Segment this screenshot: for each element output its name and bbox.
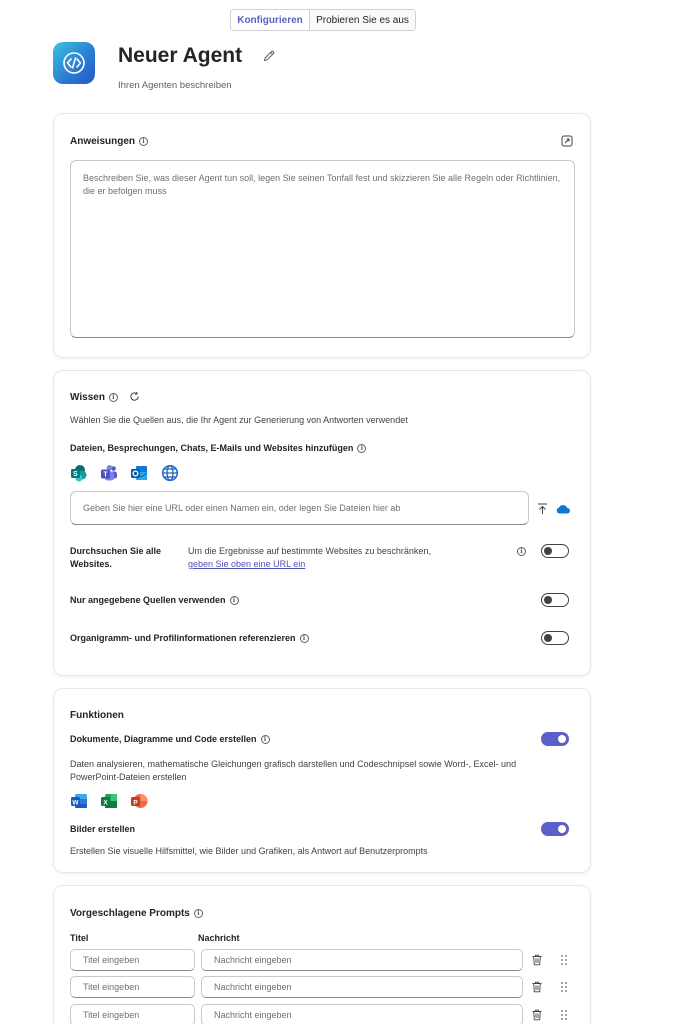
mode-tabs: Konfigurieren Probieren Sie es aus <box>230 9 416 31</box>
search-all-toggle[interactable] <box>541 544 569 558</box>
agent-avatar[interactable] <box>53 42 95 84</box>
knowledge-title: Wissen i <box>70 392 118 403</box>
functions-title: Funktionen <box>70 710 124 721</box>
prompts-title: Vorgeschlagene Prompts i <box>70 908 203 919</box>
info-icon[interactable]: i <box>139 136 149 146</box>
word-icon[interactable]: W <box>70 792 88 810</box>
outlook-icon[interactable] <box>130 464 148 482</box>
powerpoint-icon[interactable]: P <box>130 792 148 810</box>
info-icon[interactable]: i <box>357 443 367 453</box>
instructions-card: Anweisungen i Beschreiben Sie, was dieser… <box>53 113 591 358</box>
info-icon[interactable]: i <box>193 908 203 918</box>
tab-configure[interactable]: Konfigurieren <box>231 10 310 30</box>
docs-label: Dokumente, Diagramme und Code erstellen i <box>70 734 270 744</box>
column-title-header: Titel <box>70 933 89 943</box>
functions-card: Funktionen Dokumente, Diagramme und Code… <box>53 688 591 873</box>
upload-icon[interactable] <box>537 503 548 515</box>
images-label: Bilder erstellen <box>70 824 136 834</box>
search-all-description: Um die Ergebnisse auf bestimmte Websites… <box>188 546 431 571</box>
agent-name: Neuer Agent <box>118 44 243 67</box>
images-description: Erstellen Sie visuelle Hilfsmittel, wie … <box>70 846 428 856</box>
svg-text:P: P <box>133 799 138 806</box>
sharepoint-icon[interactable]: S <box>70 464 88 482</box>
excel-icon[interactable]: X <box>100 792 118 810</box>
info-icon[interactable]: i <box>108 392 118 402</box>
only-sources-label: Nur angegebene Quellen verwenden i <box>70 595 239 605</box>
prompt-title-input[interactable]: Titel eingeben <box>70 1004 195 1024</box>
search-all-label: Durchsuchen Sie alle Websites. <box>70 546 162 569</box>
svg-text:S: S <box>73 471 78 478</box>
org-info-label: Organigramm- und Profilinformationen ref… <box>70 633 309 643</box>
onedrive-icon[interactable] <box>556 504 571 514</box>
images-toggle[interactable] <box>541 822 569 836</box>
drag-handle-icon[interactable] <box>560 981 568 993</box>
trash-icon[interactable] <box>531 954 543 966</box>
prompt-message-input[interactable]: Nachricht eingeben <box>201 949 523 971</box>
info-icon[interactable]: i <box>517 547 526 556</box>
pencil-icon[interactable] <box>262 49 276 63</box>
expand-icon[interactable] <box>561 135 573 147</box>
prompts-card: Vorgeschlagene Prompts i Titel Nachricht … <box>53 885 591 1024</box>
org-info-toggle[interactable] <box>541 631 569 645</box>
prompt-title-input[interactable]: Titel eingeben <box>70 949 195 971</box>
tab-try[interactable]: Probieren Sie es aus <box>310 10 415 30</box>
info-icon[interactable]: i <box>229 595 239 605</box>
teams-icon[interactable]: T <box>100 464 118 482</box>
drag-handle-icon[interactable] <box>560 1009 568 1021</box>
prompt-message-input[interactable]: Nachricht eingeben <box>201 976 523 998</box>
knowledge-subtitle: Wählen Sie die Quellen aus, die Ihr Agen… <box>70 415 408 425</box>
drag-handle-icon[interactable] <box>560 954 568 966</box>
instructions-title: Anweisungen i <box>70 136 149 147</box>
docs-toggle[interactable] <box>541 732 569 746</box>
svg-text:X: X <box>103 799 108 806</box>
knowledge-card: Wissen i Wählen Sie die Quellen aus, die … <box>53 370 591 676</box>
enter-url-link[interactable]: geben Sie oben eine URL ein <box>188 558 431 571</box>
prompt-title-input[interactable]: Titel eingeben <box>70 976 195 998</box>
globe-icon[interactable] <box>161 464 179 482</box>
info-icon[interactable]: i <box>299 633 309 643</box>
column-message-header: Nachricht <box>198 933 240 943</box>
agent-description[interactable]: Ihren Agenten beschreiben <box>118 80 232 91</box>
instructions-textarea[interactable]: Beschreiben Sie, was dieser Agent tun so… <box>70 160 575 338</box>
url-input[interactable]: Geben Sie hier eine URL oder einen Namen… <box>70 491 529 525</box>
trash-icon[interactable] <box>531 981 543 993</box>
add-sources-label: Dateien, Besprechungen, Chats, E-Mails u… <box>70 443 367 453</box>
svg-text:W: W <box>72 799 79 806</box>
only-sources-toggle[interactable] <box>541 593 569 607</box>
svg-text:T: T <box>103 472 108 479</box>
prompt-message-input[interactable]: Nachricht eingeben <box>201 1004 523 1024</box>
trash-icon[interactable] <box>531 1009 543 1021</box>
info-icon[interactable]: i <box>260 734 270 744</box>
agent-code-icon <box>63 52 85 74</box>
docs-description: Daten analysieren, mathematische Gleichu… <box>70 759 517 782</box>
refresh-icon[interactable] <box>129 391 140 402</box>
